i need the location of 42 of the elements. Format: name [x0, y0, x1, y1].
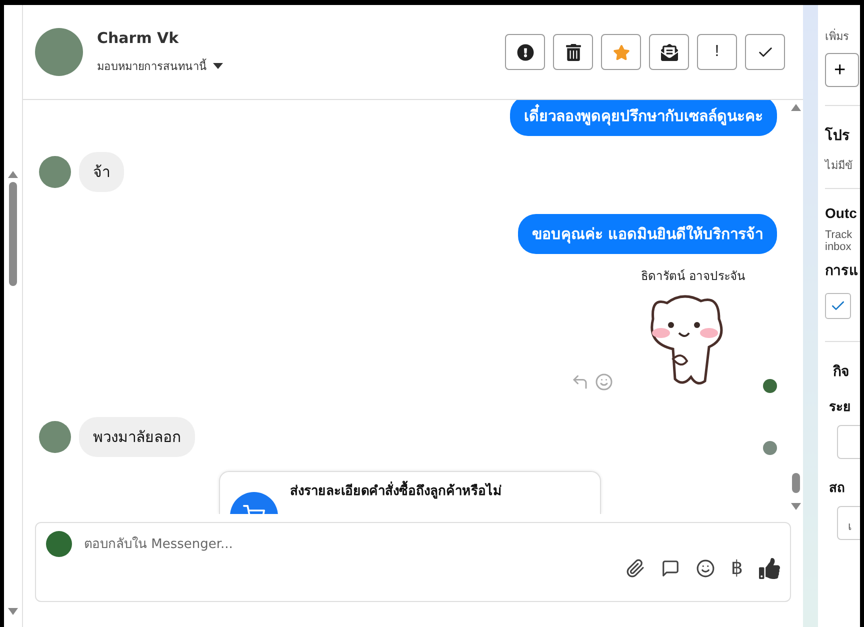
section-text: ไม่มีข้ — [825, 158, 854, 174]
contact-avatar — [35, 28, 83, 76]
page-logo — [46, 531, 72, 557]
checkbox[interactable] — [825, 293, 851, 319]
alert-icon — [516, 44, 534, 60]
card-title: ส่งรายละเอียดคำสั่งซื้อถึงลูกค้าหรือไม่ — [290, 480, 502, 514]
add-button[interactable]: + — [825, 53, 859, 87]
status-field[interactable]: เ — [837, 506, 860, 540]
contact-avatar — [39, 421, 71, 453]
spam-button[interactable] — [505, 34, 545, 70]
currency-button[interactable]: ฿ — [730, 557, 743, 579]
section-title: กิจ — [833, 362, 850, 381]
star-button[interactable] — [601, 34, 641, 70]
attach-icon[interactable] — [626, 558, 645, 578]
seen-avatar — [763, 379, 777, 393]
sent-message: เดี๋ยวลองพูดคุยปรึกษากับเซลล์ดูนะคะ — [510, 100, 777, 136]
received-message: พวงมาลัยลอก — [79, 417, 195, 457]
chat-icon[interactable] — [660, 558, 680, 578]
section-title: Outc — [825, 205, 858, 221]
contact-name: Charm Vk — [97, 29, 180, 47]
trash-icon — [564, 44, 582, 60]
assign-dropdown[interactable]: มอบหมายการสนทนานี้ — [97, 57, 223, 75]
hint-text: เพิ่มร — [825, 27, 860, 45]
important-button[interactable]: ! — [697, 34, 737, 70]
reply-box[interactable]: ตอบกลับใน Messenger... ฿ — [35, 522, 791, 602]
delete-button[interactable] — [553, 34, 593, 70]
section-text: inbox — [825, 241, 852, 253]
field-label: สถ — [829, 479, 846, 497]
sender-name: ธิดารัตน์ อาจประจัน — [640, 268, 745, 285]
reply-icon[interactable] — [571, 373, 589, 391]
section-text: Track — [825, 229, 854, 241]
field-label: ระย — [829, 398, 852, 416]
unread-button[interactable] — [649, 34, 689, 70]
contact-avatar — [39, 156, 71, 188]
field-label: การแ — [825, 261, 859, 280]
emoji-icon[interactable] — [696, 558, 715, 578]
section-title: โปร — [825, 126, 851, 145]
sent-message: ขอบคุณค่ะ แอดมินยินดีให้บริการจ้า — [518, 214, 777, 254]
envelope-icon — [660, 44, 678, 60]
thumbs-up-icon[interactable] — [759, 558, 780, 578]
received-message: จ้า — [79, 152, 124, 192]
done-button[interactable] — [745, 34, 785, 70]
